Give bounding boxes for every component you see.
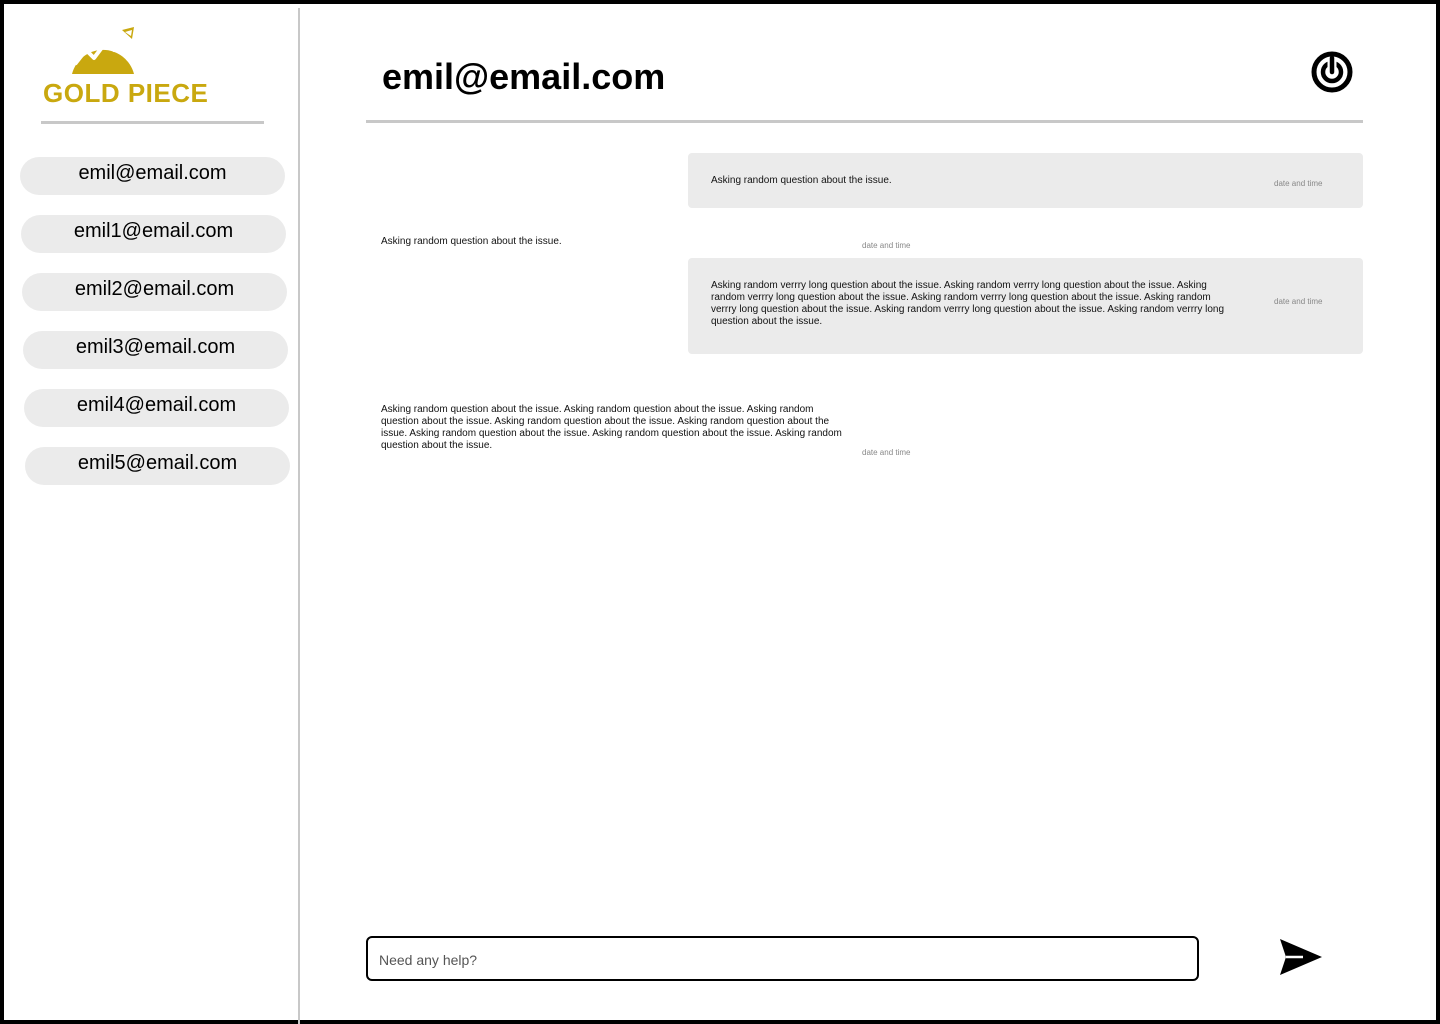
app-window: GOLD PIECE emil@email.com emil1@email.co… [0, 0, 1440, 1024]
sidebar-contact-emil[interactable]: emil@email.com [20, 157, 285, 195]
power-icon[interactable] [1310, 50, 1354, 94]
header-divider [366, 120, 1363, 123]
conversation-title: emil@email.com [382, 56, 666, 97]
message-timestamp-incoming: date and time [862, 241, 911, 250]
message-timestamp: date and time [1274, 297, 1323, 306]
brand-name: GOLD PIECE [43, 78, 209, 108]
sidebar-contact-emil1[interactable]: emil1@email.com [21, 215, 286, 253]
message-timestamp: date and time [1274, 179, 1323, 188]
sidebar-divider [41, 121, 264, 124]
send-icon[interactable] [1279, 938, 1323, 976]
coin-trend-icon [72, 27, 134, 74]
sidebar-contact-emil5[interactable]: emil5@email.com [25, 447, 290, 485]
message-input-box [366, 936, 1199, 981]
message-text-incoming: Asking random question about the issue. [381, 236, 562, 247]
message-input[interactable] [377, 938, 1181, 981]
brand-logo: GOLD PIECE [42, 26, 242, 110]
message-bubble-outgoing: Asking random verrry long question about… [688, 258, 1363, 354]
message-text-incoming: Asking random question about the issue. … [381, 404, 842, 451]
message-timestamp-incoming: date and time [862, 448, 911, 457]
sidebar-contact-emil4[interactable]: emil4@email.com [24, 389, 289, 427]
message-text: Asking random question about the issue. [711, 175, 892, 186]
message-text: Asking random verrry long question about… [711, 280, 1225, 327]
sidebar-contact-emil2[interactable]: emil2@email.com [22, 273, 287, 311]
sidebar-contact-emil3[interactable]: emil3@email.com [23, 331, 288, 369]
sidebar: GOLD PIECE emil@email.com emil1@email.co… [8, 8, 300, 1024]
message-bubble-outgoing: Asking random question about the issue. … [688, 153, 1363, 208]
